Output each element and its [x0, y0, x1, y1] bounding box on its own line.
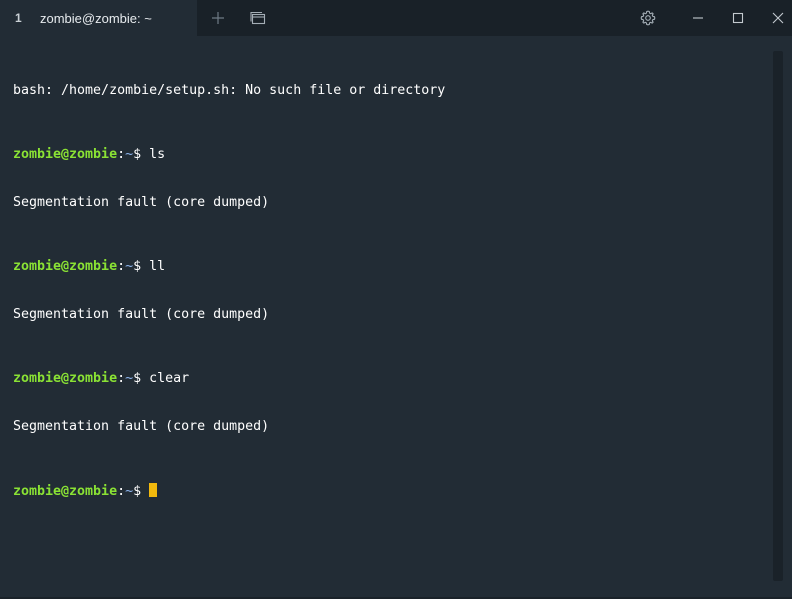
tab-index: 1 [15, 11, 22, 25]
command-output: Segmentation fault (core dumped) [13, 307, 270, 322]
prompt-line: zombie@zombie:~$ ls [13, 147, 768, 163]
text-cursor [149, 483, 158, 497]
maximize-icon [732, 12, 744, 24]
window-stack-icon [250, 11, 266, 25]
scrollbar-track[interactable] [773, 51, 783, 581]
maximize-button[interactable] [720, 0, 756, 36]
prompt-line: zombie@zombie:~$ ll [13, 259, 768, 275]
close-icon [772, 12, 784, 24]
terminal-window: 1 zombie@zombie: ~ bash: /home/zombie/se… [0, 0, 792, 599]
terminal-tab[interactable]: 1 zombie@zombie: ~ [0, 0, 197, 36]
prompt-user-host: zombie@zombie [13, 259, 118, 274]
prompt-separator: : [117, 259, 126, 274]
prompt-path: ~ [125, 147, 134, 162]
command-output: Segmentation fault (core dumped) [13, 195, 270, 210]
title-bar: 1 zombie@zombie: ~ [0, 0, 792, 36]
tab-title: zombie@zombie: ~ [40, 10, 152, 26]
command-text: ls [149, 147, 166, 162]
prompt-separator: : [117, 484, 126, 499]
prompt-user-host: zombie@zombie [13, 371, 118, 386]
prompt-path: ~ [125, 259, 134, 274]
prompt-symbol: $ [133, 147, 150, 162]
prompt-user-host: zombie@zombie [13, 147, 118, 162]
prompt-symbol: $ [133, 484, 150, 499]
prompt-symbol: $ [133, 371, 150, 386]
gear-icon [640, 10, 656, 26]
active-prompt-line[interactable]: zombie@zombie:~$ [13, 483, 768, 499]
command-text: clear [149, 371, 190, 386]
prompt-user-host: zombie@zombie [13, 484, 118, 499]
command-text: ll [149, 259, 166, 274]
prompt-line: zombie@zombie:~$ clear [13, 371, 768, 387]
tab-overview-button[interactable] [240, 0, 276, 36]
plus-icon [211, 11, 225, 25]
terminal-output[interactable]: bash: /home/zombie/setup.sh: No such fil… [13, 51, 768, 581]
prompt-path: ~ [125, 484, 134, 499]
settings-button[interactable] [630, 0, 666, 36]
error-line: bash: /home/zombie/setup.sh: No such fil… [13, 83, 446, 98]
close-button[interactable] [760, 0, 792, 36]
command-output: Segmentation fault (core dumped) [13, 419, 270, 434]
prompt-separator: : [117, 371, 126, 386]
prompt-symbol: $ [133, 259, 150, 274]
new-tab-button[interactable] [200, 0, 236, 36]
minimize-button[interactable] [680, 0, 716, 36]
prompt-separator: : [117, 147, 126, 162]
prompt-path: ~ [125, 371, 134, 386]
minimize-icon [692, 12, 704, 24]
